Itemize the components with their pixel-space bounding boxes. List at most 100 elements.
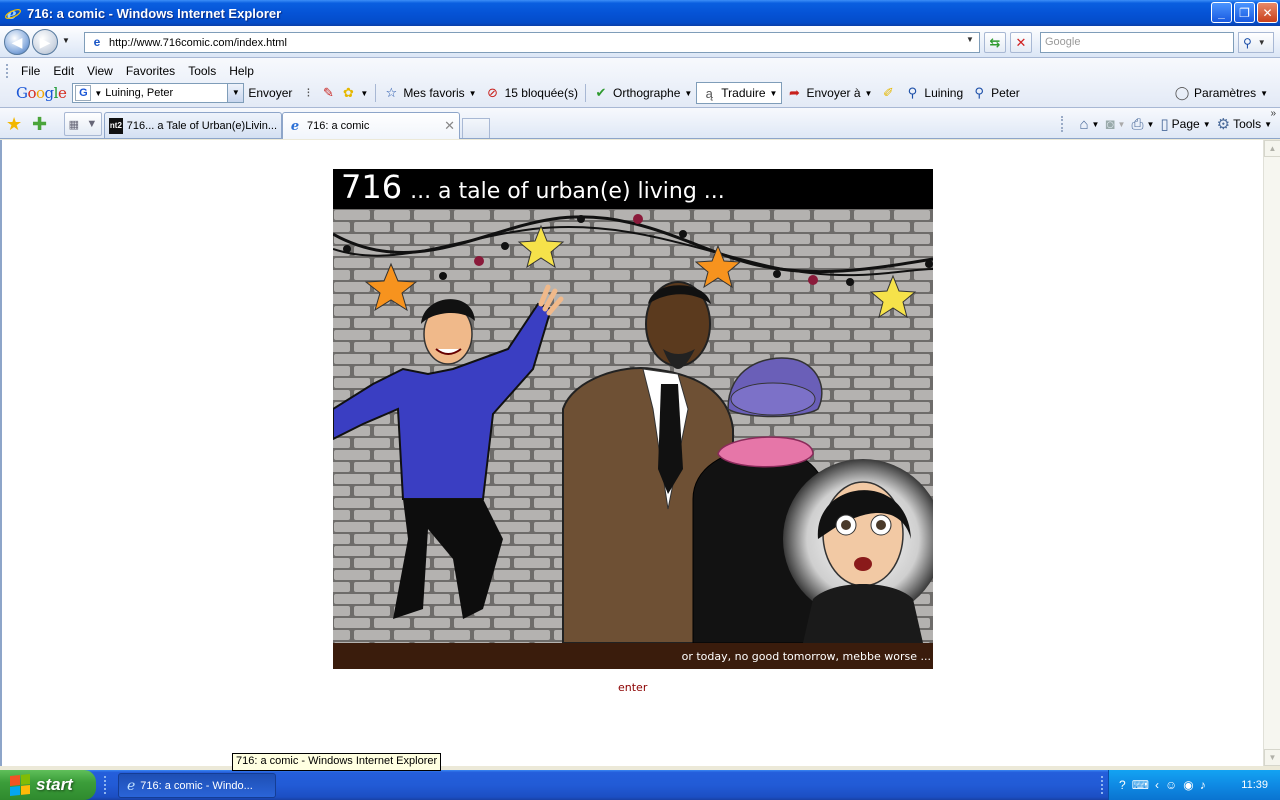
comic-banner[interactable]: 716 ... a tale of urban(e) living ... or…: [333, 169, 933, 669]
close-button[interactable]: ✕: [1257, 2, 1278, 23]
google-search-input[interactable]: G ▼ Luining, Peter ▼: [72, 83, 245, 103]
eraser-icon[interactable]: ✎: [320, 85, 336, 101]
search-term-luining[interactable]: ⚲ Luining: [900, 83, 967, 103]
chevron-overflow-icon[interactable]: »: [1270, 108, 1276, 119]
home-button[interactable]: ⌂ ▼: [1079, 116, 1099, 133]
enter-link[interactable]: enter: [618, 681, 647, 694]
security-icon[interactable]: ◉: [1183, 778, 1193, 792]
chevron-down-icon: ▼: [1202, 119, 1211, 129]
google-toolbar: Google G ▼ Luining, Peter ▼ Envoyer ⁝ ✎ …: [0, 81, 1280, 105]
google-logo[interactable]: Google: [16, 84, 67, 102]
orthographe-button[interactable]: ✔ Orthographe ▼: [589, 83, 696, 103]
banner-headline: 716 ... a tale of urban(e) living ...: [333, 169, 933, 209]
add-to-favorites-icon[interactable]: ✚: [32, 114, 47, 135]
taskbar-grip: [104, 776, 107, 794]
tab-list-dropdown-icon[interactable]: ▼: [86, 118, 97, 130]
chevron-down-icon[interactable]: ▼: [360, 89, 368, 98]
toolbar-grip[interactable]: [6, 64, 10, 78]
quick-tabs-icon: ▦: [68, 118, 80, 131]
traduire-button[interactable]: ą Traduire ▼: [696, 82, 783, 104]
highlight-button[interactable]: ✐: [876, 83, 900, 103]
address-bar[interactable]: e http://www.716comic.com/index.html ▼: [84, 32, 980, 53]
menu-file[interactable]: File: [16, 64, 48, 78]
scroll-up-icon[interactable]: ▲: [1264, 140, 1280, 157]
ie-icon: e: [5, 5, 21, 23]
comic-illustration: [333, 209, 933, 643]
tab-716-comic[interactable]: e 716: a comic ✕: [282, 112, 460, 139]
printer-icon: ⎙: [1131, 115, 1144, 133]
language-icon[interactable]: ⌨: [1132, 778, 1149, 792]
chevron-down-icon[interactable]: ▼: [1118, 120, 1126, 129]
banner-caption: or today, no good tomorrow, mebbe worse …: [681, 650, 931, 663]
menu-help[interactable]: Help: [224, 64, 262, 78]
vertical-scrollbar[interactable]: ▲ ▼: [1263, 140, 1280, 766]
menu-edit[interactable]: Edit: [48, 64, 82, 78]
ie-icon: e: [127, 777, 136, 794]
start-button[interactable]: start: [0, 770, 96, 800]
refresh-button[interactable]: ⇆: [984, 32, 1006, 53]
address-dropdown-icon[interactable]: ▼: [963, 35, 977, 50]
menu-view[interactable]: View: [82, 64, 121, 78]
tab-716-tale[interactable]: nt2 716... a Tale of Urban(e)Livin...: [104, 112, 282, 138]
taskbar-item-ie[interactable]: e 716: a comic - Windo...: [118, 773, 276, 798]
menu-tools[interactable]: Tools: [183, 64, 224, 78]
envoyer-button[interactable]: Envoyer: [244, 83, 296, 103]
search-button[interactable]: ⚲ ▼: [1238, 32, 1274, 53]
print-button[interactable]: ⎙ ▼: [1131, 116, 1154, 133]
tray-clock[interactable]: 11:39: [1241, 779, 1268, 791]
toolbar-separator: [375, 84, 377, 102]
tools-menu-button[interactable]: ⚙ Tools ▼: [1217, 115, 1272, 133]
star-outline-icon: ☆: [385, 85, 398, 100]
popup-blocker-button[interactable]: ⊘ 15 bloquée(s): [481, 83, 582, 103]
address-url[interactable]: http://www.716comic.com/index.html: [109, 37, 287, 49]
show-hidden-icons-icon[interactable]: ‹: [1155, 778, 1159, 792]
puzzle-icon[interactable]: ✿: [340, 85, 356, 101]
chevron-down-icon[interactable]: ▼: [684, 89, 692, 98]
recent-pages-dropdown[interactable]: ▼: [62, 36, 70, 45]
toolbar-grip: [1061, 116, 1064, 132]
translate-icon: ą: [705, 85, 713, 101]
envoyer-a-button[interactable]: ➦ Envoyer à ▼: [782, 83, 876, 103]
search-input[interactable]: Google: [1040, 32, 1234, 53]
minimize-button[interactable]: _: [1211, 2, 1232, 23]
page-icon: e: [93, 34, 101, 49]
google-g-icon[interactable]: G: [75, 85, 92, 101]
stop-button[interactable]: ✕: [1010, 32, 1032, 53]
tab-close-icon[interactable]: ✕: [444, 118, 455, 134]
send-to-icon: ➦: [789, 85, 800, 100]
mes-favoris-button[interactable]: ☆ Mes favoris ▼: [379, 83, 480, 103]
new-tab-button[interactable]: [462, 118, 490, 138]
taskbar-tooltip: 716: a comic - Windows Internet Explorer: [232, 753, 442, 771]
traduire-label: Traduire: [721, 86, 766, 100]
maximize-button[interactable]: ❐: [1234, 2, 1255, 23]
scroll-down-icon[interactable]: ▼: [1264, 749, 1280, 766]
chevron-down-icon[interactable]: ▼: [770, 89, 778, 98]
feeds-button[interactable]: ◙ ▼: [1105, 116, 1125, 133]
help-icon[interactable]: ?: [1119, 778, 1126, 792]
search-options-dropdown[interactable]: ▼: [1258, 38, 1266, 47]
chevron-down-icon[interactable]: ▼: [1146, 120, 1154, 129]
network-user-icon[interactable]: ☺: [1165, 778, 1177, 792]
search-term-peter-label: Peter: [991, 86, 1020, 100]
page-menu-button[interactable]: ▯ Page ▼: [1160, 115, 1210, 133]
gear-icon: ⚙: [1216, 116, 1231, 133]
forward-button[interactable]: ▶: [32, 29, 58, 55]
tab-bar: ★ ✚ ▦ ▼ nt2 716... a Tale of Urban(e)Livi…: [0, 108, 1280, 139]
back-button[interactable]: ◀: [4, 29, 30, 55]
parametres-button[interactable]: ◯ Paramètres ▼: [1170, 83, 1272, 103]
quick-tabs-button[interactable]: ▦ ▼: [64, 112, 102, 136]
favorites-center-icon[interactable]: ★: [6, 114, 22, 135]
rss-icon: ◙: [1105, 115, 1115, 133]
toolbar-area: File Edit View Favorites Tools Help Goog…: [0, 58, 1280, 108]
start-label: start: [36, 775, 73, 794]
menu-favorites[interactable]: Favorites: [121, 64, 183, 78]
google-search-dropdown[interactable]: ▼: [227, 84, 244, 102]
menu-bar: File Edit View Favorites Tools Help: [0, 62, 262, 80]
search-term-peter[interactable]: ⚲ Peter: [967, 83, 1024, 103]
volume-icon[interactable]: ♪: [1200, 778, 1206, 792]
google-search-value[interactable]: Luining, Peter: [105, 87, 173, 99]
magnifier-icon: ⚲: [974, 85, 984, 100]
window-titlebar: e 716: a comic - Windows Internet Explor…: [0, 0, 1280, 26]
chevron-down-icon[interactable]: ▼: [1092, 120, 1100, 129]
banner-tagline: ... a tale of urban(e) living ...: [410, 179, 725, 204]
